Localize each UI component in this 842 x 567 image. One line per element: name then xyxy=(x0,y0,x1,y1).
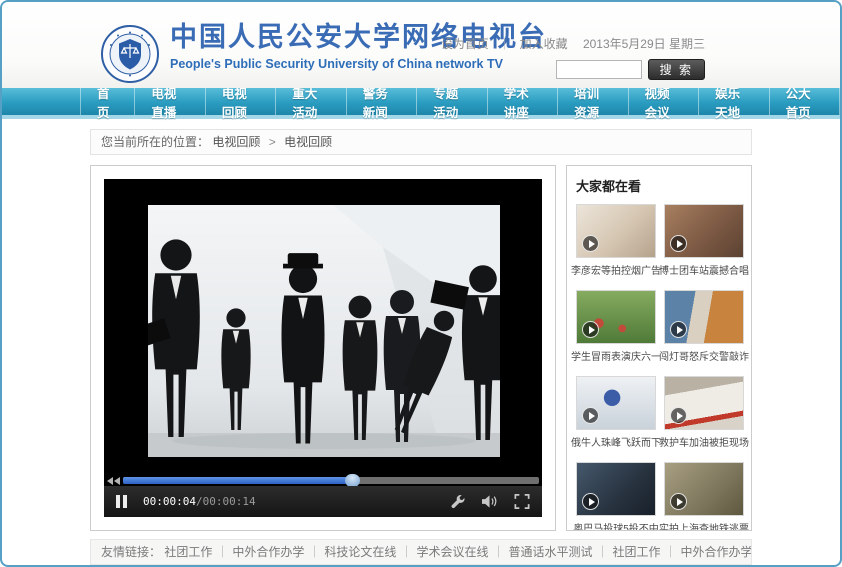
nav-item[interactable]: 电视直播 xyxy=(135,88,205,115)
breadcrumb: 您当前所在的位置： 电视回顾 > 电视回顾 xyxy=(90,129,752,155)
main-content: 00:00:04/00:00:14 大家都在看 xyxy=(90,165,752,531)
video-caption[interactable]: 李彦宏等拍控烟广告 xyxy=(571,262,661,277)
header-utilities: 设为首页 ｜ 加入收藏 2013年5月29日 星期三 搜 索 xyxy=(441,35,705,80)
play-icon[interactable] xyxy=(582,235,599,252)
video-cell: 俄牛人珠峰飞跃而下 xyxy=(576,376,656,457)
university-logo[interactable] xyxy=(100,24,160,84)
time-display: 00:00:04/00:00:14 xyxy=(143,495,256,508)
video-caption[interactable]: 实拍上海查地铁逃票 xyxy=(659,520,749,531)
play-icon[interactable] xyxy=(670,493,687,510)
play-icon[interactable] xyxy=(670,235,687,252)
video-thumbnail[interactable] xyxy=(664,376,744,430)
video-screen[interactable] xyxy=(148,205,500,457)
footer-separator: ｜ xyxy=(492,545,504,559)
breadcrumb-current[interactable]: 电视回顾 xyxy=(284,135,332,149)
footer-separator: ｜ xyxy=(597,545,609,559)
nav-item[interactable]: 专题活动 xyxy=(417,88,487,115)
footer-prefix: 友情链接： xyxy=(101,545,161,559)
nav-item[interactable]: 视频会议 xyxy=(629,88,699,115)
play-icon[interactable] xyxy=(670,407,687,424)
quick-links-separator: ｜ xyxy=(498,37,510,51)
video-caption[interactable]: 博士团车站震撼合唱 xyxy=(659,262,749,277)
play-icon[interactable] xyxy=(582,493,599,510)
video-cell: 学生冒雨表演庆六一 xyxy=(576,290,656,371)
footer-separator: ｜ xyxy=(400,545,412,559)
nav-item[interactable]: 警务新闻 xyxy=(347,88,417,115)
footer-link[interactable]: 普通话水平测试 xyxy=(508,545,592,559)
nav-item[interactable]: 学术讲座 xyxy=(488,88,558,115)
main-nav: 首 页电视直播电视回顾重大活动警务新闻专题活动学术讲座培训资源视频会议娱乐天地公… xyxy=(2,88,840,115)
video-cell: 闯灯哥怒斥交警敲诈 xyxy=(664,290,744,371)
video-cell: 李彦宏等拍控烟广告 xyxy=(576,204,656,285)
video-thumbnail[interactable] xyxy=(664,462,744,516)
footer-link[interactable]: 中外合作办学 xyxy=(232,545,304,559)
time-separator: / xyxy=(196,495,203,508)
video-thumbnail[interactable] xyxy=(576,462,656,516)
breadcrumb-section-link[interactable]: 电视回顾 xyxy=(212,135,260,149)
video-caption[interactable]: 闯灯哥怒斥交警敲诈 xyxy=(659,348,749,363)
video-cell: 奥巴马投球5投不中 xyxy=(576,462,656,531)
volume-icon[interactable] xyxy=(482,494,498,509)
footer-link[interactable]: 社团工作 xyxy=(613,545,661,559)
wrench-icon[interactable] xyxy=(450,494,466,509)
video-cell: 博士团车站震撼合唱 xyxy=(664,204,744,285)
video-frame-illustration xyxy=(148,205,500,457)
nav-item[interactable]: 首 页 xyxy=(80,88,135,115)
site-header: 中国人民公安大学网络电视台 People's Public Security U… xyxy=(2,2,840,88)
video-caption[interactable]: 奥巴马投球5投不中 xyxy=(571,520,661,531)
fullscreen-icon[interactable] xyxy=(514,494,530,509)
video-thumbnail[interactable] xyxy=(664,290,744,344)
video-caption[interactable]: 救护车加油被拒现场 xyxy=(659,434,749,449)
university-seal-icon xyxy=(100,24,160,84)
page-frame: 中国人民公安大学网络电视台 People's Public Security U… xyxy=(0,0,842,567)
video-thumbnail[interactable] xyxy=(664,204,744,258)
set-home-link[interactable]: 设为首页 xyxy=(441,37,489,51)
footer-separator: ｜ xyxy=(665,545,677,559)
video-grid: 李彦宏等拍控烟广告博士团车站震撼合唱学生冒雨表演庆六一闯灯哥怒斥交警敲诈俄牛人珠… xyxy=(576,204,742,531)
search-input[interactable] xyxy=(556,60,642,79)
footer-link[interactable]: 中外合作办学 xyxy=(681,545,752,559)
play-icon[interactable] xyxy=(582,321,599,338)
breadcrumb-separator: > xyxy=(269,135,276,149)
quick-links: 设为首页 ｜ 加入收藏 2013年5月29日 星期三 xyxy=(441,35,705,52)
video-thumbnail[interactable] xyxy=(576,290,656,344)
video-player: 00:00:04/00:00:14 xyxy=(104,179,542,517)
footer-separator: ｜ xyxy=(216,545,228,559)
video-thumbnail[interactable] xyxy=(576,204,656,258)
add-favorite-link[interactable]: 加入收藏 xyxy=(520,37,568,51)
progress-fill xyxy=(123,477,352,484)
footer-link[interactable]: 社团工作 xyxy=(164,545,212,559)
footer-link[interactable]: 科技论文在线 xyxy=(324,545,396,559)
search-bar: 搜 索 xyxy=(441,59,705,80)
footer-link[interactable]: 学术会议在线 xyxy=(416,545,488,559)
nav-item[interactable]: 培训资源 xyxy=(558,88,628,115)
nav-item[interactable]: 电视回顾 xyxy=(206,88,276,115)
video-panel: 00:00:04/00:00:14 xyxy=(90,165,556,531)
time-total: 00:00:14 xyxy=(203,495,256,508)
popular-videos-panel: 大家都在看 李彦宏等拍控烟广告博士团车站震撼合唱学生冒雨表演庆六一闯灯哥怒斥交警… xyxy=(566,165,752,531)
search-button[interactable]: 搜 索 xyxy=(648,59,705,80)
footer-separator: ｜ xyxy=(308,545,320,559)
play-icon[interactable] xyxy=(582,407,599,424)
footer-links: 社团工作 ｜ 中外合作办学 ｜ 科技论文在线 ｜ 学术会议在线 ｜ 普通话水平测试 ｜ 社团工作 ｜ 中… xyxy=(164,545,752,559)
breadcrumb-prefix: 您当前所在的位置： xyxy=(101,135,209,149)
progress-bar[interactable] xyxy=(123,477,539,484)
rewind-icon[interactable] xyxy=(107,477,120,485)
time-current: 00:00:04 xyxy=(143,495,196,508)
nav-item[interactable]: 重大活动 xyxy=(276,88,346,115)
player-controls: 00:00:04/00:00:14 xyxy=(104,486,542,517)
progress-row xyxy=(104,475,542,486)
video-cell: 救护车加油被拒现场 xyxy=(664,376,744,457)
video-caption[interactable]: 学生冒雨表演庆六一 xyxy=(571,348,661,363)
nav-item[interactable]: 娱乐天地 xyxy=(699,88,769,115)
video-cell: 实拍上海查地铁逃票 xyxy=(664,462,744,531)
current-date: 2013年5月29日 星期三 xyxy=(583,37,705,51)
video-caption[interactable]: 俄牛人珠峰飞跃而下 xyxy=(571,434,661,449)
pause-button[interactable] xyxy=(116,495,127,508)
play-icon[interactable] xyxy=(670,321,687,338)
video-thumbnail[interactable] xyxy=(576,376,656,430)
footer: 友情链接： 社团工作 ｜ 中外合作办学 ｜ 科技论文在线 ｜ 学术会议在线 ｜ 普通话水平测试 ｜… xyxy=(90,539,752,565)
sidebar-title: 大家都在看 xyxy=(576,176,742,195)
nav-item[interactable]: 公大首页 xyxy=(770,88,840,115)
